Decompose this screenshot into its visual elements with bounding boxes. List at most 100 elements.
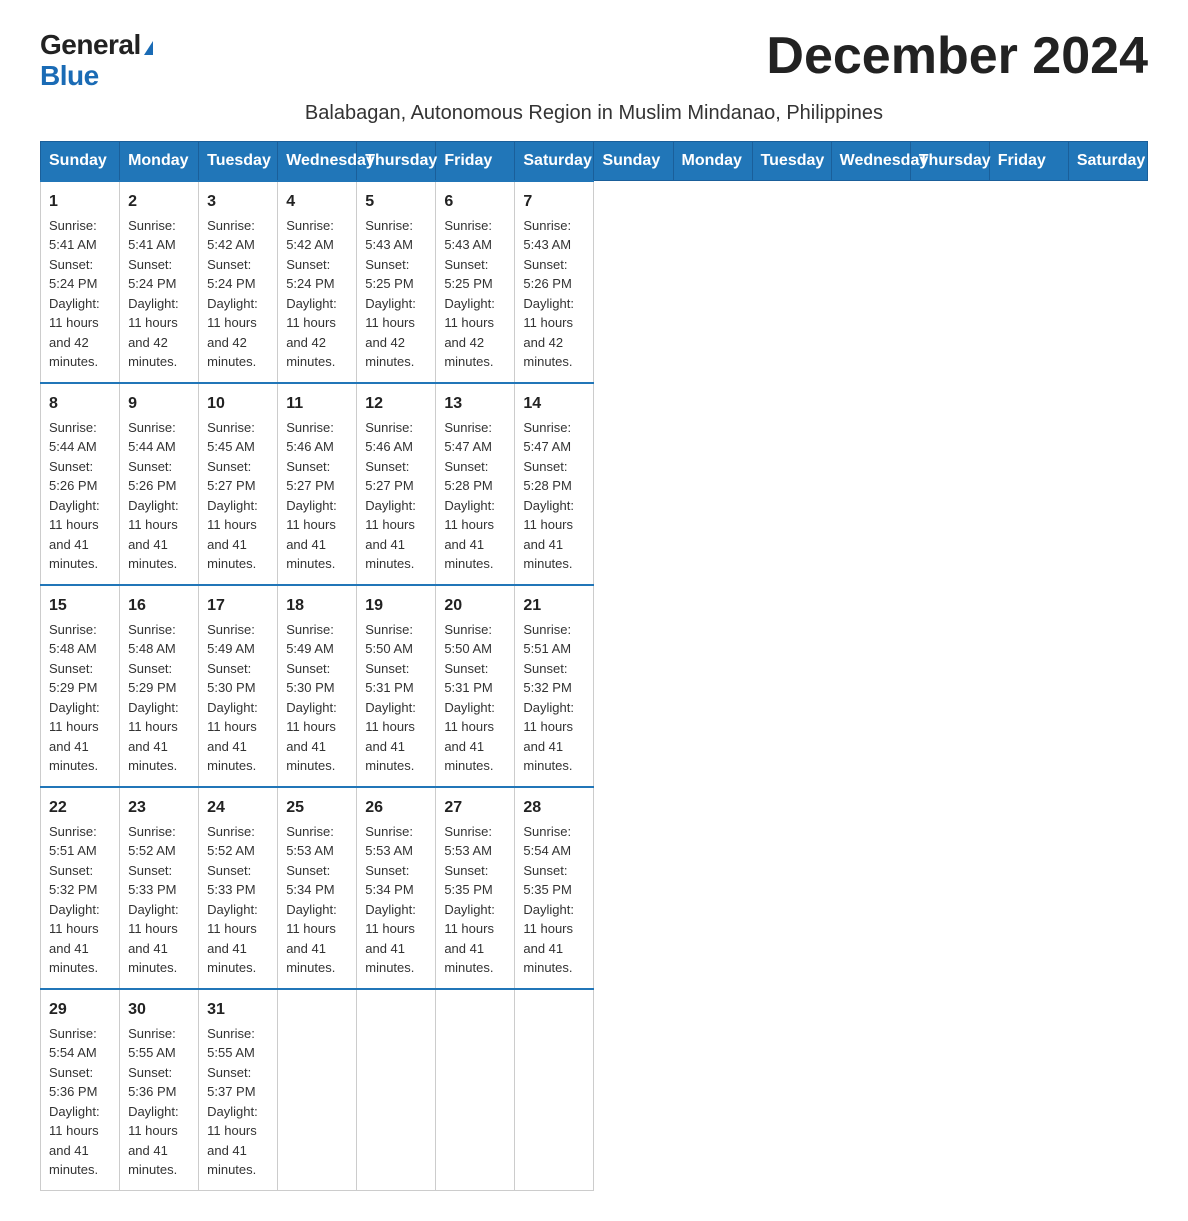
day-info: Sunrise: 5:46 AMSunset: 5:27 PMDaylight:… (365, 420, 416, 572)
day-number: 2 (128, 190, 190, 214)
calendar-cell: 10 Sunrise: 5:45 AMSunset: 5:27 PMDayligh… (199, 383, 278, 585)
day-info: Sunrise: 5:43 AMSunset: 5:25 PMDaylight:… (444, 218, 495, 370)
day-info: Sunrise: 5:50 AMSunset: 5:31 PMDaylight:… (444, 622, 495, 774)
calendar-cell: 28 Sunrise: 5:54 AMSunset: 5:35 PMDayligh… (515, 787, 594, 989)
calendar-week-row: 1 Sunrise: 5:41 AMSunset: 5:24 PMDaylight… (41, 181, 1148, 383)
day-info: Sunrise: 5:53 AMSunset: 5:35 PMDaylight:… (444, 824, 495, 976)
day-number: 6 (444, 190, 506, 214)
weekday-header-thursday: Thursday (357, 141, 436, 181)
day-info: Sunrise: 5:41 AMSunset: 5:24 PMDaylight:… (49, 218, 100, 370)
day-number: 16 (128, 594, 190, 618)
day-info: Sunrise: 5:55 AMSunset: 5:37 PMDaylight:… (207, 1026, 258, 1178)
day-info: Sunrise: 5:41 AMSunset: 5:24 PMDaylight:… (128, 218, 179, 370)
day-info: Sunrise: 5:55 AMSunset: 5:36 PMDaylight:… (128, 1026, 179, 1178)
day-number: 24 (207, 796, 269, 820)
calendar-cell: 4Sunrise: 5:42 AMSunset: 5:24 PMDaylight… (278, 181, 357, 383)
day-number: 12 (365, 392, 427, 416)
weekday-header-friday: Friday (436, 141, 515, 181)
calendar-cell: 16 Sunrise: 5:48 AMSunset: 5:29 PMDayligh… (120, 585, 199, 787)
day-info: Sunrise: 5:44 AMSunset: 5:26 PMDaylight:… (49, 420, 100, 572)
day-info: Sunrise: 5:51 AMSunset: 5:32 PMDaylight:… (523, 622, 574, 774)
calendar-cell: 21 Sunrise: 5:51 AMSunset: 5:32 PMDayligh… (515, 585, 594, 787)
month-title: December 2024 (766, 30, 1148, 82)
calendar-cell: 13Sunrise: 5:47 AMSunset: 5:28 PMDayligh… (436, 383, 515, 585)
day-info: Sunrise: 5:48 AMSunset: 5:29 PMDaylight:… (49, 622, 100, 774)
calendar-cell: 1 Sunrise: 5:41 AMSunset: 5:24 PMDaylight… (41, 181, 120, 383)
day-info: Sunrise: 5:54 AMSunset: 5:35 PMDaylight:… (523, 824, 574, 976)
weekday-header-monday: Monday (120, 141, 199, 181)
day-info: Sunrise: 5:53 AMSunset: 5:34 PMDaylight:… (286, 824, 337, 976)
calendar-cell: 14 Sunrise: 5:47 AMSunset: 5:28 PMDayligh… (515, 383, 594, 585)
calendar-header-row: SundayMondayTuesdayWednesdayThursdayFrid… (41, 141, 1148, 181)
day-info: Sunrise: 5:45 AMSunset: 5:27 PMDaylight:… (207, 420, 258, 572)
calendar-cell: 26Sunrise: 5:53 AMSunset: 5:34 PMDayligh… (357, 787, 436, 989)
calendar-week-row: 29 Sunrise: 5:54 AMSunset: 5:36 PMDayligh… (41, 989, 1148, 1191)
day-number: 8 (49, 392, 111, 416)
logo-triangle-icon (144, 41, 153, 55)
weekday-header-saturday: Saturday (515, 141, 594, 181)
day-info: Sunrise: 5:42 AMSunset: 5:24 PMDaylight:… (207, 218, 258, 370)
day-info: Sunrise: 5:52 AMSunset: 5:33 PMDaylight:… (128, 824, 179, 976)
day-number: 23 (128, 796, 190, 820)
day-number: 17 (207, 594, 269, 618)
day-number: 27 (444, 796, 506, 820)
day-info: Sunrise: 5:49 AMSunset: 5:30 PMDaylight:… (207, 622, 258, 774)
calendar-cell: 25 Sunrise: 5:53 AMSunset: 5:34 PMDayligh… (278, 787, 357, 989)
calendar-cell: 20 Sunrise: 5:50 AMSunset: 5:31 PMDayligh… (436, 585, 515, 787)
day-number: 22 (49, 796, 111, 820)
day-info: Sunrise: 5:50 AMSunset: 5:31 PMDaylight:… (365, 622, 416, 774)
day-number: 21 (523, 594, 585, 618)
day-number: 28 (523, 796, 585, 820)
day-info: Sunrise: 5:49 AMSunset: 5:30 PMDaylight:… (286, 622, 337, 774)
day-number: 10 (207, 392, 269, 416)
calendar-cell: 5Sunrise: 5:43 AMSunset: 5:25 PMDaylight… (357, 181, 436, 383)
day-number: 11 (286, 392, 348, 416)
location-subtitle: Balabagan, Autonomous Region in Muslim M… (40, 102, 1148, 125)
day-info: Sunrise: 5:43 AMSunset: 5:26 PMDaylight:… (523, 218, 574, 370)
calendar-week-row: 22 Sunrise: 5:51 AMSunset: 5:32 PMDayligh… (41, 787, 1148, 989)
day-info: Sunrise: 5:44 AMSunset: 5:26 PMDaylight:… (128, 420, 179, 572)
day-info: Sunrise: 5:47 AMSunset: 5:28 PMDaylight:… (523, 420, 574, 572)
day-info: Sunrise: 5:48 AMSunset: 5:29 PMDaylight:… (128, 622, 179, 774)
weekday-header-sunday: Sunday (41, 141, 120, 181)
day-number: 9 (128, 392, 190, 416)
day-number: 1 (49, 190, 111, 214)
calendar-cell: 27 Sunrise: 5:53 AMSunset: 5:35 PMDayligh… (436, 787, 515, 989)
day-info: Sunrise: 5:51 AMSunset: 5:32 PMDaylight:… (49, 824, 100, 976)
day-info: Sunrise: 5:46 AMSunset: 5:27 PMDaylight:… (286, 420, 337, 572)
logo-general-text: General (40, 29, 141, 60)
calendar-cell: 12 Sunrise: 5:46 AMSunset: 5:27 PMDayligh… (357, 383, 436, 585)
calendar-cell: 7Sunrise: 5:43 AMSunset: 5:26 PMDaylight… (515, 181, 594, 383)
day-number: 26 (365, 796, 427, 820)
day-number: 15 (49, 594, 111, 618)
day-number: 20 (444, 594, 506, 618)
calendar-cell (357, 989, 436, 1191)
day-info: Sunrise: 5:54 AMSunset: 5:36 PMDaylight:… (49, 1026, 100, 1178)
weekday-header-wednesday: Wednesday (831, 141, 910, 181)
weekday-header-friday: Friday (989, 141, 1068, 181)
calendar-cell: 2 Sunrise: 5:41 AMSunset: 5:24 PMDaylight… (120, 181, 199, 383)
calendar-cell: 22 Sunrise: 5:51 AMSunset: 5:32 PMDayligh… (41, 787, 120, 989)
day-info: Sunrise: 5:47 AMSunset: 5:28 PMDaylight:… (444, 420, 495, 572)
weekday-header-monday: Monday (673, 141, 752, 181)
weekday-header-tuesday: Tuesday (752, 141, 831, 181)
day-info: Sunrise: 5:52 AMSunset: 5:33 PMDaylight:… (207, 824, 258, 976)
calendar-cell: 18 Sunrise: 5:49 AMSunset: 5:30 PMDayligh… (278, 585, 357, 787)
day-number: 14 (523, 392, 585, 416)
day-number: 29 (49, 998, 111, 1022)
weekday-header-tuesday: Tuesday (199, 141, 278, 181)
calendar-cell (515, 989, 594, 1191)
weekday-header-sunday: Sunday (594, 141, 673, 181)
calendar-cell: 19Sunrise: 5:50 AMSunset: 5:31 PMDayligh… (357, 585, 436, 787)
calendar-cell: 9 Sunrise: 5:44 AMSunset: 5:26 PMDaylight… (120, 383, 199, 585)
calendar-cell: 11 Sunrise: 5:46 AMSunset: 5:27 PMDayligh… (278, 383, 357, 585)
day-number: 3 (207, 190, 269, 214)
day-number: 18 (286, 594, 348, 618)
calendar-cell: 6 Sunrise: 5:43 AMSunset: 5:25 PMDaylight… (436, 181, 515, 383)
calendar-cell: 31 Sunrise: 5:55 AMSunset: 5:37 PMDayligh… (199, 989, 278, 1191)
logo: General Blue (40, 30, 153, 92)
day-number: 31 (207, 998, 269, 1022)
day-number: 25 (286, 796, 348, 820)
weekday-header-wednesday: Wednesday (278, 141, 357, 181)
weekday-header-thursday: Thursday (910, 141, 989, 181)
